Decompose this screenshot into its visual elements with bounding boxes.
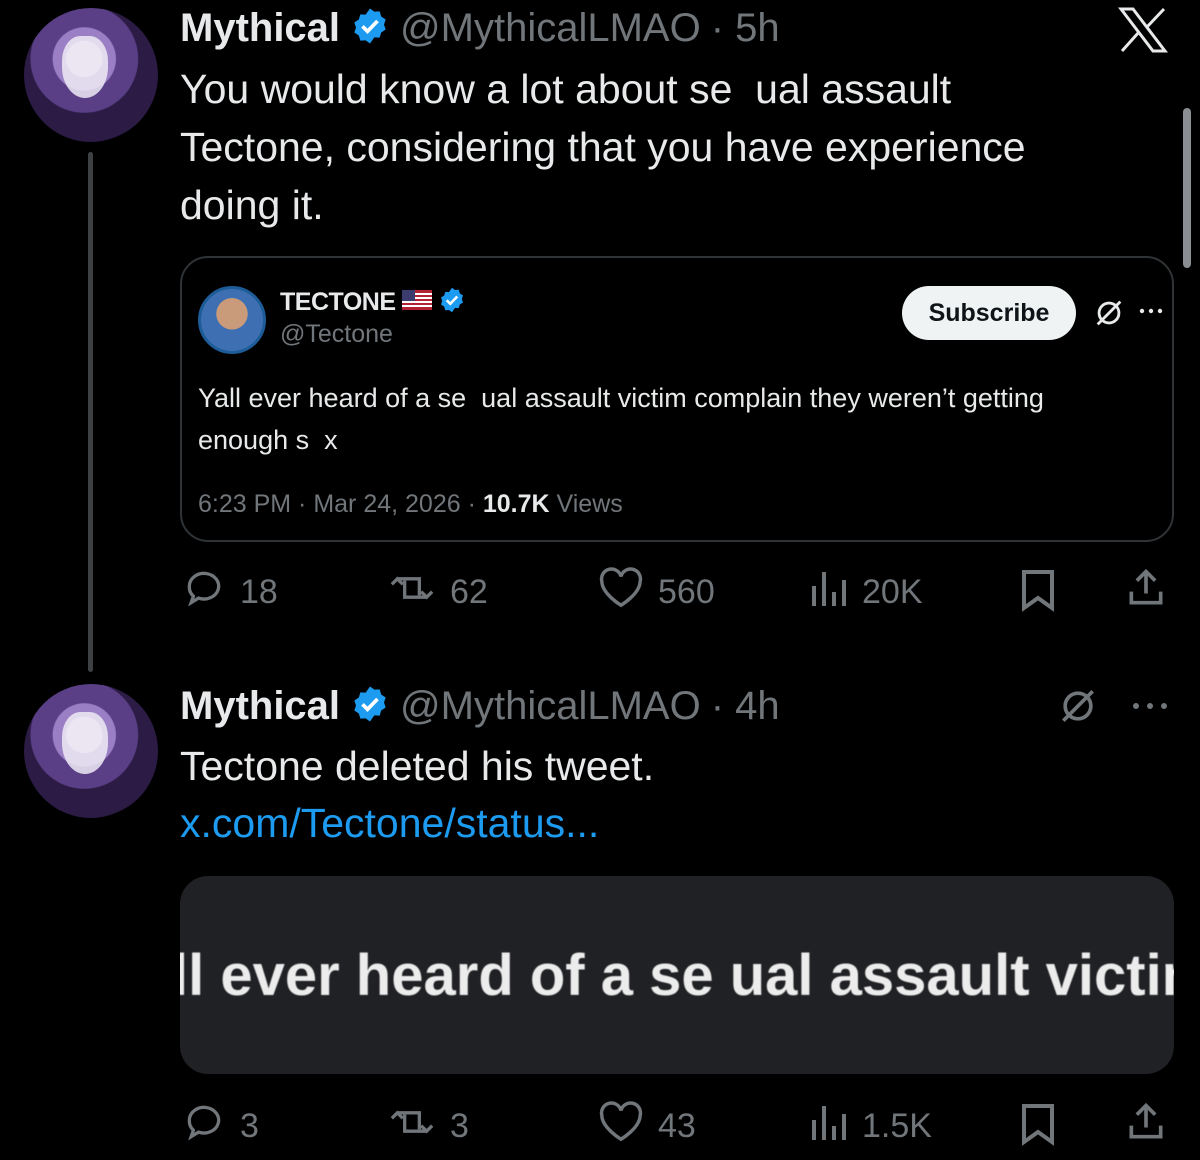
quoted-timestamp[interactable]: 6:23 PM · Mar 24, 2026 · bbox=[198, 490, 476, 518]
tweet-time[interactable]: · 4h bbox=[711, 684, 780, 729]
tweet-text-line: doing it. bbox=[180, 182, 324, 228]
repost-count: 3 bbox=[450, 1107, 469, 1145]
grok-icon[interactable] bbox=[1092, 296, 1126, 335]
like-count: 43 bbox=[658, 1107, 696, 1145]
quoted-meta: 6:23 PM · Mar 24, 2026 · 10.7K Views bbox=[198, 490, 623, 519]
x-logo-icon[interactable] bbox=[1117, 6, 1169, 66]
views-icon bbox=[808, 566, 848, 619]
avatar[interactable] bbox=[24, 684, 158, 818]
attached-image[interactable]: ll ever heard of a se ual assault victim… bbox=[180, 876, 1174, 1074]
reply-icon bbox=[182, 1100, 226, 1153]
verified-badge-icon bbox=[350, 6, 390, 51]
reply-button[interactable]: 18 bbox=[182, 566, 278, 619]
views-count: 20K bbox=[862, 573, 923, 611]
quoted-text-line: Yall ever heard of a se ual assault vict… bbox=[198, 383, 1044, 413]
like-button[interactable]: 560 bbox=[598, 566, 715, 619]
tweet-header: Mythical @MythicalLMAO · 4h bbox=[180, 684, 780, 729]
like-icon bbox=[598, 566, 644, 619]
avatar[interactable] bbox=[24, 8, 158, 142]
quoted-author-name[interactable]: TECTONE bbox=[280, 288, 396, 317]
author-handle[interactable]: @MythicalLMAO bbox=[400, 684, 701, 729]
tweet-text-line: Tectone, considering that you have exper… bbox=[180, 124, 1026, 170]
quoted-tweet-text: Yall ever heard of a se ual assault vict… bbox=[198, 377, 1158, 461]
image-screenshot-text: ll ever heard of a se ual assault victim… bbox=[180, 943, 1174, 1008]
repost-icon bbox=[388, 566, 436, 619]
quoted-header: TECTONE bbox=[280, 286, 466, 319]
quoted-views-label: Views bbox=[556, 490, 623, 518]
reply-count: 18 bbox=[240, 573, 278, 611]
author-handle[interactable]: @MythicalLMAO bbox=[400, 6, 701, 51]
tweet-text: You would know a lot about se ual assaul… bbox=[180, 60, 1026, 234]
views-button[interactable]: 20K bbox=[808, 566, 923, 619]
like-button[interactable]: 43 bbox=[598, 1100, 696, 1153]
reply-icon bbox=[182, 566, 226, 619]
repost-icon bbox=[388, 1100, 436, 1153]
grok-icon[interactable] bbox=[1056, 684, 1100, 733]
tweet-header: Mythical @MythicalLMAO · 5h bbox=[180, 6, 780, 51]
subscribe-button[interactable]: Subscribe bbox=[902, 286, 1076, 340]
quoted-views-count: 10.7K bbox=[482, 490, 550, 518]
views-count: 1.5K bbox=[862, 1107, 932, 1145]
repost-button[interactable]: 62 bbox=[388, 566, 488, 619]
thread-connector-line bbox=[88, 152, 93, 672]
share-icon[interactable] bbox=[1124, 1100, 1168, 1149]
flag-icon bbox=[401, 290, 432, 315]
author-name[interactable]: Mythical bbox=[180, 6, 340, 51]
quoted-text-line: enough s x bbox=[198, 425, 338, 455]
reply-count: 3 bbox=[240, 1107, 259, 1145]
more-icon[interactable] bbox=[1130, 692, 1170, 725]
verified-badge-icon bbox=[438, 286, 466, 319]
like-count: 560 bbox=[658, 573, 715, 611]
like-icon bbox=[598, 1100, 644, 1153]
quoted-author-handle[interactable]: @Tectone bbox=[280, 320, 393, 349]
tweet-link[interactable]: x.com/Tectone/status... bbox=[180, 800, 599, 847]
share-icon[interactable] bbox=[1124, 566, 1168, 615]
quoted-avatar[interactable] bbox=[198, 286, 266, 354]
tweet-text-line: You would know a lot about se ual assaul… bbox=[180, 66, 952, 112]
verified-badge-icon bbox=[350, 684, 390, 729]
bookmark-icon[interactable] bbox=[1018, 1102, 1058, 1151]
more-icon[interactable] bbox=[1138, 298, 1164, 331]
views-icon bbox=[808, 1100, 848, 1153]
bookmark-icon[interactable] bbox=[1018, 568, 1058, 617]
scrollbar[interactable] bbox=[1183, 108, 1191, 268]
reply-button[interactable]: 3 bbox=[182, 1100, 259, 1153]
repost-count: 62 bbox=[450, 573, 488, 611]
author-name[interactable]: Mythical bbox=[180, 684, 340, 729]
tweet-text: Tectone deleted his tweet. bbox=[180, 743, 655, 789]
repost-button[interactable]: 3 bbox=[388, 1100, 469, 1153]
views-button[interactable]: 1.5K bbox=[808, 1100, 932, 1153]
tweet-time[interactable]: · 5h bbox=[711, 6, 780, 51]
